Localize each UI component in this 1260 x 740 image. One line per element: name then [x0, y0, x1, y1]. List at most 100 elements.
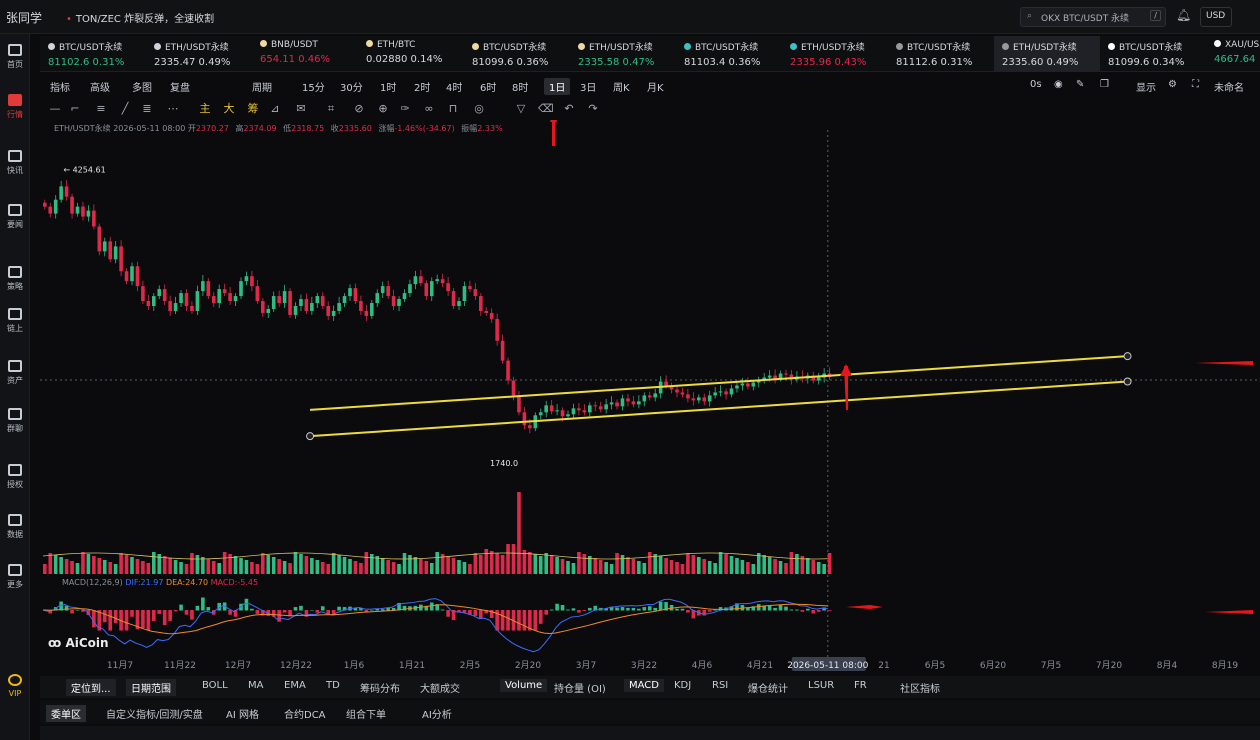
ticker-item[interactable]: ETH/USDT永续 2335.60 0.49% [994, 36, 1100, 72]
indicator-tab[interactable]: 爆仓统计 [748, 680, 788, 695]
interval-tab[interactable]: 30分 [340, 79, 363, 94]
edit-icon[interactable]: ✎ [1076, 79, 1084, 90]
fib-icon[interactable]: ≣ [140, 102, 154, 116]
panel-tab[interactable]: 组合下单 [346, 706, 386, 721]
indicator-tab[interactable]: 大额成交 [420, 680, 460, 695]
indicator-tab[interactable]: EMA [284, 680, 306, 691]
indicator-tab[interactable]: LSUR [808, 680, 834, 691]
sidebar-item[interactable]: 授权 [0, 464, 30, 490]
sidebar-item[interactable]: 首页 [0, 44, 30, 70]
copy-icon[interactable]: ❐ [1100, 79, 1109, 90]
chart-area[interactable]: ← 4254.61 1740.0 11月7 11月22 12月7 12月22 1月6 1月21… [40, 120, 1260, 676]
undo-icon[interactable]: ↶ [562, 102, 576, 116]
ticker-item[interactable]: ETH/USDT永续 2335.47 0.49% [146, 36, 252, 72]
ticker-item[interactable]: BTC/USDT永续 81103.4 0.36% [676, 36, 782, 72]
sidebar-item[interactable]: VIP [0, 674, 30, 698]
more-icon[interactable]: ⋯ [166, 102, 180, 116]
panel-tab[interactable]: 自定义指标/回测/实盘 [106, 706, 203, 721]
interval-tab[interactable]: 15分 [302, 79, 325, 94]
redo-icon[interactable]: ↷ [586, 102, 600, 116]
sidebar-item[interactable]: 策略 [0, 266, 30, 292]
indicator-tab[interactable]: 筹码分布 [360, 680, 400, 695]
cursor-icon[interactable]: — [48, 102, 62, 116]
ticker-item[interactable]: BTC/USDT永续 81099.6 0.34% [1100, 36, 1206, 72]
toolbar-indicators-button[interactable]: 指标 [50, 79, 70, 94]
lock-icon[interactable]: ⊓ [446, 102, 460, 116]
ticker-item[interactable]: BTC/USDT永续 81102.6 0.31% [40, 36, 146, 72]
interval-tab[interactable]: 3日 [580, 79, 596, 94]
ticker-item[interactable]: ETH/BTC 0.02880 0.14% [358, 36, 464, 72]
sidebar-item[interactable]: 行情 [0, 94, 30, 120]
interval-tab[interactable]: 2时 [414, 79, 430, 94]
zoom-icon[interactable]: ⊕ [376, 102, 390, 116]
settings-icon[interactable]: ⚙ [1168, 79, 1177, 90]
kline-chart[interactable]: ← 4254.61 1740.0 11月7 11月22 12月7 12月22 1月6 1月21… [40, 120, 1260, 676]
indicator-tab[interactable]: BOLL [202, 680, 228, 691]
layout-name-button[interactable]: 未命名 [1214, 79, 1244, 94]
toolbar-multi-chart-button[interactable]: 多图 [132, 79, 152, 94]
toolbar-period-button[interactable]: 周期 [252, 79, 272, 94]
ticker-item[interactable]: ETH/USDT永续 2335.58 0.47% [570, 36, 676, 72]
panel-tab[interactable]: 合约DCA [284, 706, 326, 721]
interval-tab[interactable]: 4时 [446, 79, 462, 94]
toolbar-advanced-button[interactable]: 高级 [90, 79, 110, 94]
toolbar-replay-button[interactable]: 复盘 [170, 79, 190, 94]
indicator-tab[interactable]: 日期范围 [126, 679, 176, 696]
fullscreen-icon[interactable]: ⛶ [1192, 79, 1199, 90]
panel-tab[interactable]: AI 网格 [226, 706, 259, 721]
indicator-tab[interactable]: MA [248, 680, 263, 691]
indicator-tab[interactable]: MACD [624, 679, 664, 692]
news-text[interactable]: TON/ZEC 炸裂反弹，全速收割 [76, 14, 214, 25]
interval-tab[interactable]: 1日 [544, 78, 571, 95]
camera-icon[interactable]: ◉ [1054, 79, 1063, 90]
sidebar-item[interactable]: 资产 [0, 360, 30, 386]
ruler-icon[interactable]: ⌗ [324, 102, 338, 116]
ticker-item[interactable]: BTC/USDT永续 81112.6 0.31% [888, 36, 994, 72]
layers-icon[interactable]: ≡ [94, 102, 108, 116]
ticker-item[interactable]: BTC/USDT永续 81099.6 0.36% [464, 36, 570, 72]
trash-icon[interactable]: ⌫ [538, 102, 554, 116]
interval-tab[interactable]: 周K [613, 79, 630, 94]
macd-readout[interactable]: MACD(12,26,9) DIF:21.97 DEA:24.70 MACD:-… [62, 578, 258, 587]
indicator-tab[interactable]: 社区指标 [900, 680, 940, 695]
filter-icon[interactable]: ▽ [514, 102, 528, 116]
sidebar-item[interactable]: 更多 [0, 564, 30, 590]
ticker-item[interactable]: XAU/USDT 4667.64 [1206, 36, 1260, 72]
sidebar-item[interactable]: 快讯 [0, 150, 30, 176]
h-line-icon[interactable]: ⌐ [68, 102, 82, 116]
interval-tab[interactable]: 8时 [512, 79, 528, 94]
indicator-tab[interactable]: TD [326, 680, 340, 691]
measure-icon[interactable]: ⊿ [268, 102, 282, 116]
interval-tab[interactable]: 月K [647, 79, 664, 94]
link-icon[interactable]: ∞ [422, 102, 436, 116]
sidebar-item[interactable]: 群聊 [0, 408, 30, 434]
sidebar-item[interactable]: 链上 [0, 308, 30, 334]
sidebar-item[interactable]: 要闻 [0, 204, 30, 230]
account-name[interactable]: 张同学 [6, 9, 42, 26]
search-box[interactable]: ⌕ OKX BTC/USDT 永续 / [1020, 7, 1166, 27]
chip-icon[interactable]: 筹 [246, 102, 260, 116]
ticker-item[interactable]: BNB/USDT 654.11 0.46% [252, 36, 358, 72]
main-icon[interactable]: 主 [198, 102, 212, 116]
indicator-tab[interactable]: Volume [500, 679, 548, 692]
ticker-item[interactable]: ETH/USDT永续 2335.96 0.43% [782, 36, 888, 72]
paint-icon[interactable]: ✑ [398, 102, 412, 116]
note-icon[interactable]: ✉ [294, 102, 308, 116]
indicator-tab[interactable]: RSI [712, 680, 728, 691]
big-icon[interactable]: 大 [222, 102, 236, 116]
interval-tab[interactable]: 6时 [480, 79, 496, 94]
trend-line-icon[interactable]: ╱ [118, 102, 132, 116]
interval-tab[interactable]: 1时 [380, 79, 396, 94]
news-ticker[interactable]: • TON/ZEC 炸裂反弹，全速收割 [66, 10, 214, 25]
display-menu-button[interactable]: 显示 [1136, 79, 1156, 94]
indicator-tab[interactable]: 持仓量 (OI) [554, 680, 606, 695]
indicator-tab[interactable]: FR [854, 680, 867, 691]
panel-tab[interactable]: 委单区 [46, 705, 86, 722]
panel-tab[interactable]: AI分析 [422, 706, 452, 721]
magnet-icon[interactable]: ⊘ [352, 102, 366, 116]
eye-icon[interactable]: ◎ [472, 102, 486, 116]
sidebar-item[interactable]: 数据 [0, 514, 30, 540]
indicator-tab[interactable]: 定位到... [66, 679, 116, 696]
bell-icon[interactable]: 🔔︎ [1176, 8, 1191, 22]
indicator-tab[interactable]: KDJ [674, 680, 691, 691]
